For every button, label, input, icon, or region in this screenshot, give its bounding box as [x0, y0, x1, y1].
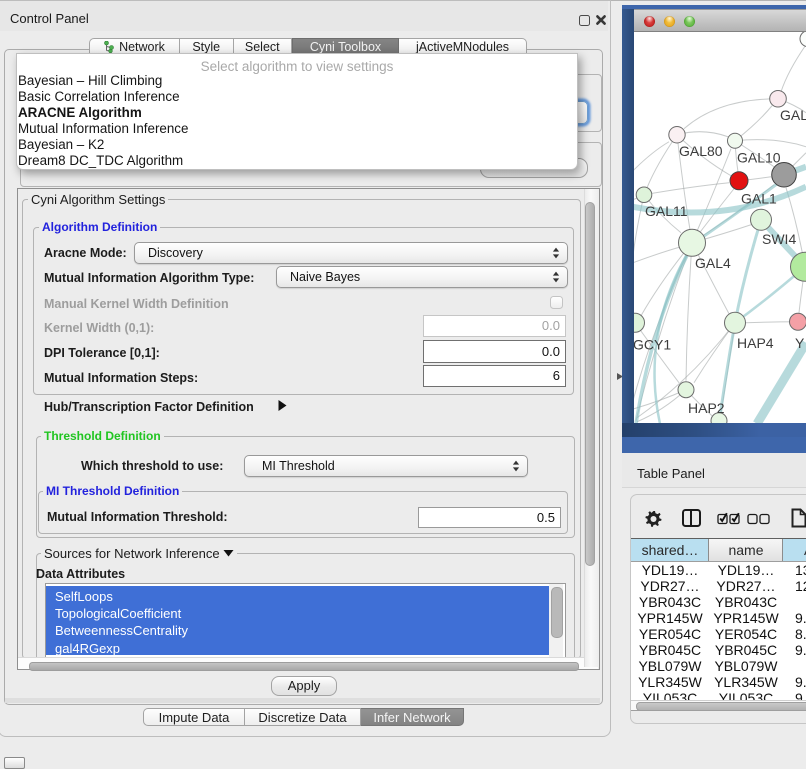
- svg-text:GAL: GAL: [780, 106, 806, 122]
- svg-text:Y: Y: [795, 334, 805, 350]
- svg-text:GAL11: GAL11: [645, 202, 688, 218]
- svg-text:GAL80: GAL80: [679, 142, 723, 158]
- svg-text:HAP2: HAP2: [688, 399, 725, 415]
- svg-text:GAL4: GAL4: [695, 254, 731, 270]
- svg-text:GCY1: GCY1: [634, 336, 671, 352]
- svg-text:HAP4: HAP4: [737, 334, 774, 350]
- svg-text:GAL10: GAL10: [737, 149, 781, 165]
- svg-text:GAL1: GAL1: [741, 190, 777, 206]
- svg-text:SWI4: SWI4: [762, 230, 796, 246]
